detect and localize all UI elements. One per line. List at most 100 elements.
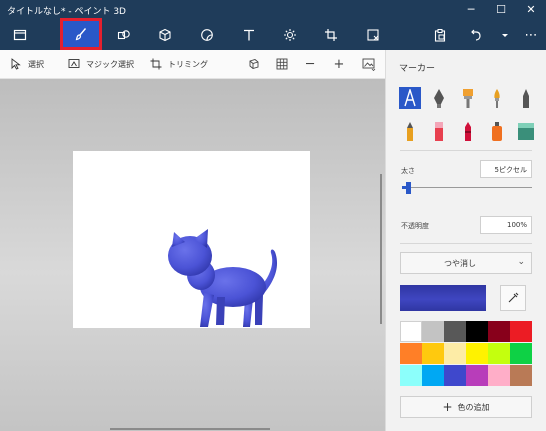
color-swatch[interactable] xyxy=(510,365,532,386)
eyedropper-button[interactable] xyxy=(500,285,526,311)
context-toolbar: 選択 マジック選択 トリミング ─ + xyxy=(0,50,385,79)
brush-icon xyxy=(75,28,87,41)
thickness-slider-track[interactable] xyxy=(402,187,532,188)
grid-icon xyxy=(276,58,288,70)
text-tool-button[interactable] xyxy=(229,20,269,50)
canvas-workspace[interactable] xyxy=(0,79,385,431)
3d-library-button[interactable] xyxy=(353,20,393,50)
pencil-brush[interactable] xyxy=(399,120,421,142)
canvas-icon xyxy=(325,29,337,41)
effects-icon xyxy=(284,29,296,41)
opacity-label: 不透明度 xyxy=(401,222,429,230)
pixel-pen-brush[interactable] xyxy=(515,87,537,109)
text-icon xyxy=(244,29,254,41)
zoom-in-button[interactable]: + xyxy=(331,56,347,72)
crayon-icon xyxy=(465,122,471,141)
3d-shapes-tool-button[interactable] xyxy=(145,20,185,50)
color-swatch[interactable] xyxy=(422,343,444,364)
undo-button[interactable] xyxy=(456,20,496,50)
select-button[interactable]: 選択 xyxy=(10,56,44,72)
color-swatch[interactable] xyxy=(466,365,488,386)
color-swatch[interactable] xyxy=(510,343,532,364)
undo-icon xyxy=(471,29,481,41)
color-swatch[interactable] xyxy=(488,365,510,386)
drawing-canvas[interactable] xyxy=(73,151,310,328)
paste-icon xyxy=(434,29,446,42)
thickness-label: 太さ xyxy=(401,167,415,175)
eraser-brush[interactable] xyxy=(428,120,450,142)
crop-label: トリミング xyxy=(168,59,208,69)
color-swatch[interactable] xyxy=(444,343,466,364)
vertical-scrollbar[interactable] xyxy=(380,174,382,324)
main-toolbar: ⋯ xyxy=(0,18,546,50)
view-options-button[interactable] xyxy=(360,56,378,72)
thickness-input[interactable]: 5ピクセル xyxy=(480,160,532,178)
color-swatch[interactable] xyxy=(488,321,510,342)
more-options-button[interactable]: ⋯ xyxy=(516,20,546,50)
watercolor-brush[interactable] xyxy=(486,87,508,109)
maximize-button[interactable]: ☐ xyxy=(486,0,516,20)
chevron-down-icon: ⌄ xyxy=(517,257,525,267)
stickers-icon xyxy=(201,29,213,41)
pencil-icon xyxy=(407,122,413,141)
marker-brush[interactable] xyxy=(399,87,421,109)
fill-brush[interactable] xyxy=(515,120,537,142)
spray-can-brush[interactable] xyxy=(486,120,508,142)
zoom-out-button[interactable]: ─ xyxy=(302,56,318,72)
fill-bucket-icon xyxy=(518,123,534,140)
2d-shapes-tool-button[interactable] xyxy=(104,20,144,50)
color-swatch[interactable] xyxy=(422,321,444,342)
crop-button[interactable]: トリミング xyxy=(150,56,208,72)
select-label: 選択 xyxy=(28,59,44,69)
brushes-tool-button[interactable] xyxy=(60,18,102,50)
magic-select-button[interactable]: マジック選択 xyxy=(68,56,134,72)
add-color-button[interactable]: + 色の追加 xyxy=(400,396,532,418)
thickness-slider-thumb[interactable] xyxy=(406,182,411,194)
effects-tool-button[interactable] xyxy=(270,20,310,50)
oil-brush[interactable] xyxy=(457,87,479,109)
separator xyxy=(400,150,532,151)
plus-icon: + xyxy=(442,400,453,414)
finish-dropdown[interactable]: つや消し ⌄ xyxy=(400,252,532,274)
minimize-button[interactable]: ─ xyxy=(456,0,486,20)
color-swatch[interactable] xyxy=(422,365,444,386)
3d-view-icon xyxy=(249,58,259,70)
grid-button[interactable] xyxy=(274,56,290,72)
color-swatch[interactable] xyxy=(444,365,466,386)
menu-icon xyxy=(13,29,27,41)
color-swatch[interactable] xyxy=(488,343,510,364)
horizontal-scrollbar[interactable] xyxy=(110,428,270,430)
color-swatch[interactable] xyxy=(510,321,532,342)
color-swatch[interactable] xyxy=(466,343,488,364)
color-swatch[interactable] xyxy=(466,321,488,342)
crayon-brush[interactable] xyxy=(457,120,479,142)
3d-library-icon xyxy=(367,29,379,41)
calligraphy-pen-brush[interactable] xyxy=(428,87,450,109)
add-color-label: 色の追加 xyxy=(457,402,490,412)
color-swatch[interactable] xyxy=(400,321,422,342)
close-button[interactable]: ✕ xyxy=(516,0,546,20)
menu-button[interactable] xyxy=(0,20,40,50)
color-swatch[interactable] xyxy=(400,365,422,386)
eraser-icon xyxy=(435,122,443,141)
window-title: タイトルなし* - ペイント 3D xyxy=(7,7,126,17)
separator xyxy=(400,243,532,244)
panel-title: マーカー xyxy=(399,64,436,74)
finish-label: つや消し xyxy=(444,259,476,268)
brush-settings-panel: マーカー 太さ 5ピクセル 不透明度 100% つや消し ⌄ + 色の追加 xyxy=(385,50,546,431)
color-swatch[interactable] xyxy=(400,343,422,364)
watercolor-icon xyxy=(494,89,500,108)
spray-can-icon xyxy=(492,122,502,141)
history-dropdown[interactable] xyxy=(494,20,516,50)
pixel-pen-icon xyxy=(523,89,529,108)
opacity-input[interactable]: 100% xyxy=(480,216,532,234)
3d-cat-model[interactable] xyxy=(73,151,310,328)
cursor-icon xyxy=(11,58,21,70)
stickers-tool-button[interactable] xyxy=(187,20,227,50)
color-swatch[interactable] xyxy=(444,321,466,342)
canvas-tool-button[interactable] xyxy=(311,20,351,50)
current-color-swatch[interactable] xyxy=(400,285,486,311)
3d-view-button[interactable] xyxy=(246,56,262,72)
chevron-down-icon xyxy=(502,34,508,37)
paste-button[interactable] xyxy=(420,20,460,50)
